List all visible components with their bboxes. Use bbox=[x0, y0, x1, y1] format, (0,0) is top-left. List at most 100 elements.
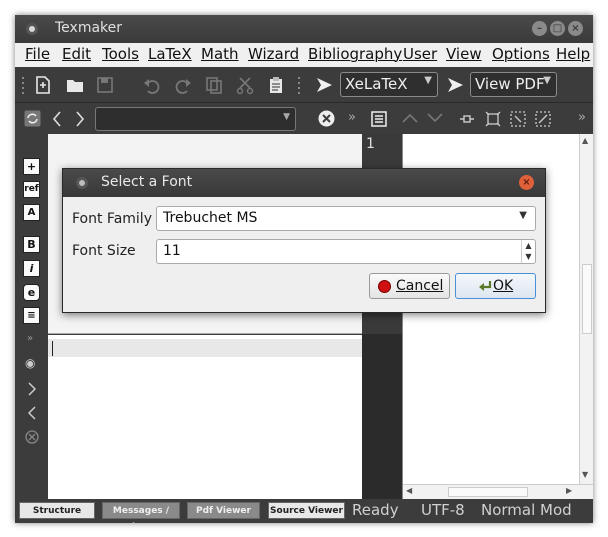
title-bar: Texmaker – □ × bbox=[15, 15, 593, 43]
undo-icon[interactable] bbox=[142, 75, 162, 95]
ok-label: OK bbox=[493, 278, 514, 294]
ref-icon[interactable]: ref bbox=[23, 181, 40, 198]
back-icon[interactable] bbox=[51, 110, 63, 128]
refresh-icon[interactable] bbox=[24, 110, 41, 127]
font-size-spinbox[interactable]: 11 ▲ ▼ bbox=[156, 239, 536, 264]
new-file-icon[interactable] bbox=[33, 75, 53, 95]
font-size-icon[interactable]: A bbox=[23, 204, 40, 221]
scroll-left-icon[interactable]: ◀ bbox=[406, 486, 412, 495]
zoom-icon[interactable] bbox=[535, 111, 551, 127]
overflow-icon[interactable]: » bbox=[578, 110, 586, 125]
dialog-title: Select a Font bbox=[101, 174, 193, 190]
stop-icon[interactable] bbox=[25, 430, 39, 444]
scrollbar-thumb[interactable] bbox=[448, 487, 528, 497]
ok-button[interactable]: OK bbox=[455, 273, 536, 299]
viewer-select[interactable]: View PDF ▼ bbox=[470, 72, 557, 97]
vertical-scrollbar[interactable]: ▲ ▼ bbox=[579, 134, 593, 484]
toolbar-grip-icon bbox=[22, 77, 24, 94]
save-icon[interactable] bbox=[95, 75, 115, 95]
pdf-viewer-tab-button[interactable]: Pdf Viewer bbox=[187, 502, 260, 519]
main-toolbar: XeLaTeX ▼ View PDF ▼ bbox=[15, 67, 593, 103]
close-icon[interactable]: × bbox=[568, 21, 583, 36]
redo-icon[interactable] bbox=[173, 75, 193, 95]
menu-edit[interactable]: Edit bbox=[62, 45, 91, 63]
spin-arrows-icon[interactable]: ▲ ▼ bbox=[521, 240, 535, 263]
menu-view[interactable]: View bbox=[446, 45, 482, 63]
horizontal-scrollbar[interactable]: ◀ ▶ bbox=[403, 484, 593, 499]
next-icon[interactable] bbox=[26, 381, 38, 397]
page-down-icon[interactable] bbox=[426, 112, 444, 124]
fit-icon[interactable] bbox=[459, 111, 475, 127]
font-size-value: 11 bbox=[163, 243, 181, 259]
compiler-select[interactable]: XeLaTeX ▼ bbox=[340, 72, 438, 97]
run-compiler-icon[interactable] bbox=[314, 75, 334, 95]
current-line-highlight bbox=[48, 339, 362, 357]
menu-tools[interactable]: Tools bbox=[102, 45, 139, 63]
messages-log-tab-button[interactable]: Messages / Log bbox=[102, 502, 180, 523]
fit-page-icon[interactable] bbox=[510, 111, 526, 127]
emphasis-icon[interactable]: e bbox=[23, 284, 40, 301]
source-viewer-tab-button[interactable]: Source Viewer bbox=[268, 502, 345, 519]
menu-user[interactable]: User bbox=[403, 45, 437, 63]
font-family-select[interactable]: Trebuchet MS ▼ bbox=[156, 206, 536, 231]
scroll-up-icon[interactable]: ▲ bbox=[582, 136, 588, 145]
open-file-icon[interactable] bbox=[65, 75, 85, 95]
dialog-close-icon[interactable]: × bbox=[519, 175, 534, 190]
left-sidebar: + ref A B i e ≡ » ◉ bbox=[15, 134, 48, 499]
previous-icon[interactable] bbox=[26, 405, 38, 421]
maximize-icon[interactable]: □ bbox=[550, 21, 565, 36]
editor-area[interactable] bbox=[48, 335, 362, 499]
page-up-icon[interactable] bbox=[401, 112, 419, 124]
window-title: Texmaker bbox=[55, 20, 123, 36]
scrollbar-thumb[interactable] bbox=[582, 264, 592, 334]
run-viewer-icon[interactable] bbox=[445, 75, 465, 95]
insert-icon[interactable]: + bbox=[23, 158, 40, 175]
ok-arrow-icon bbox=[479, 281, 492, 291]
collapse-icon[interactable]: » bbox=[27, 333, 33, 344]
cut-icon[interactable] bbox=[235, 75, 255, 95]
bold-icon[interactable]: B bbox=[23, 236, 40, 253]
line-number: 1 bbox=[366, 136, 375, 152]
chevron-down-icon: ▼ bbox=[543, 75, 551, 86]
align-icon[interactable]: ≡ bbox=[23, 307, 40, 324]
menu-help[interactable]: Help bbox=[556, 45, 590, 63]
status-bar: Structure Messages / Log Pdf Viewer Sour… bbox=[15, 499, 593, 523]
minimize-icon[interactable]: – bbox=[532, 21, 547, 36]
mode-text: Normal Mod bbox=[481, 501, 572, 519]
cancel-button[interactable]: Cancel bbox=[369, 273, 450, 299]
file-select[interactable]: ▼ bbox=[95, 107, 296, 131]
eye-icon[interactable]: ◉ bbox=[25, 356, 35, 370]
chevron-down-icon: ▼ bbox=[283, 112, 290, 122]
chevron-down-icon: ▼ bbox=[519, 210, 527, 221]
menu-math[interactable]: Math bbox=[201, 45, 239, 63]
status-text: Ready bbox=[352, 501, 399, 519]
app-icon bbox=[26, 23, 38, 35]
paste-icon[interactable] bbox=[266, 75, 286, 95]
viewer-value: View PDF bbox=[475, 75, 545, 93]
forward-icon[interactable] bbox=[74, 110, 86, 128]
cancel-icon bbox=[378, 280, 391, 293]
cancel-label: Cancel bbox=[396, 278, 444, 294]
structure-tab-button[interactable]: Structure bbox=[19, 502, 95, 519]
menu-options[interactable]: Options bbox=[492, 45, 550, 63]
gutter-background bbox=[362, 334, 402, 499]
menu-latex[interactable]: LaTeX bbox=[148, 45, 192, 63]
menu-bibliography[interactable]: Bibliography bbox=[308, 45, 402, 63]
close-document-icon[interactable] bbox=[318, 110, 335, 127]
scroll-right-icon[interactable]: ▶ bbox=[566, 486, 572, 495]
menu-wizard[interactable]: Wizard bbox=[248, 45, 299, 63]
chevron-down-icon: ▼ bbox=[424, 75, 432, 86]
italic-icon[interactable]: i bbox=[23, 260, 40, 277]
copy-icon[interactable] bbox=[204, 75, 224, 95]
structure-toolbar: ▼ » » bbox=[15, 104, 593, 134]
text-caret bbox=[52, 341, 53, 356]
dialog-app-icon bbox=[76, 177, 88, 189]
menu-bar: File Edit Tools LaTeX Math Wizard Biblio… bbox=[15, 43, 593, 67]
overflow-icon[interactable]: » bbox=[348, 110, 356, 125]
select-font-dialog: Select a Font × Font Family Trebuchet MS… bbox=[62, 168, 546, 313]
fit-width-icon[interactable] bbox=[485, 111, 501, 127]
compiler-value: XeLaTeX bbox=[345, 75, 408, 93]
menu-file[interactable]: File bbox=[25, 45, 50, 63]
structure-view-icon[interactable] bbox=[371, 111, 387, 127]
scroll-down-icon[interactable]: ▼ bbox=[582, 470, 588, 479]
